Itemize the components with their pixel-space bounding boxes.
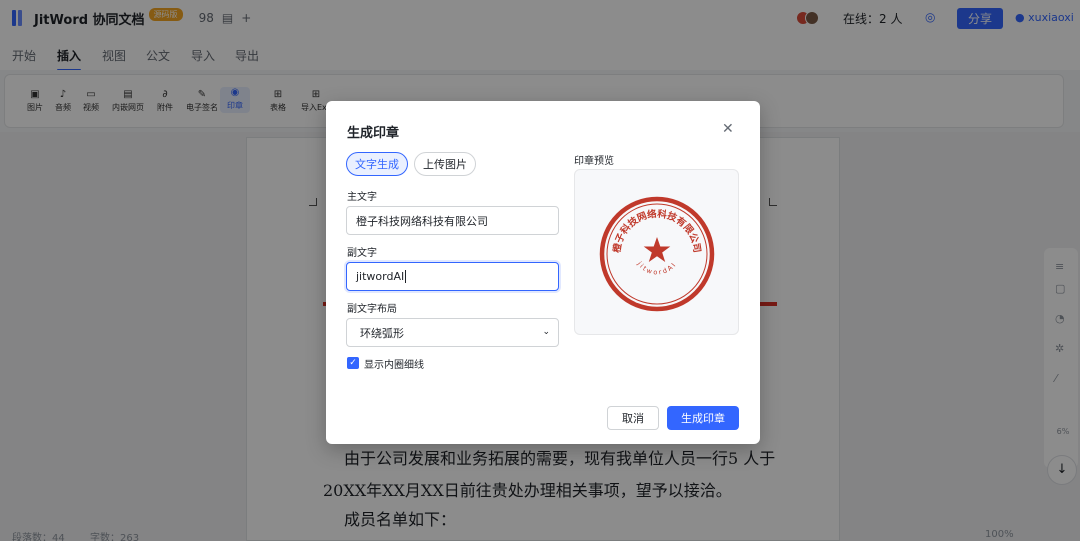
dialog-title: 生成印章 [347,126,400,141]
tab-text-generate[interactable]: 文字生成 [346,152,408,176]
sub-text-label: 副文字 [347,248,377,259]
tab-upload-image[interactable]: 上传图片 [414,152,476,176]
layout-value: 环绕弧形 [360,326,404,340]
seal-sub-text: jitwordAI [635,259,679,276]
chevron-down-icon: ⌄ [542,327,550,337]
seal-star-icon [643,237,671,262]
text-caret [405,270,407,283]
layout-select[interactable]: 环绕弧形 ⌄ [346,318,559,347]
preview-label: 印章预览 [574,156,614,167]
seal-preview: 橙子科技网络科技有限公司 jitwordAI [574,169,739,335]
sub-text-input[interactable]: jitwordAI [346,262,559,291]
inner-line-checkbox[interactable]: ✓ [347,357,359,369]
main-text-input[interactable]: 橙子科技网络科技有限公司 [346,206,559,235]
layout-label: 副文字布局 [347,304,397,315]
inner-line-label: 显示内圈细线 [364,360,424,371]
generate-seal-button[interactable]: 生成印章 [667,406,739,430]
seal-dialog: 生成印章 ✕ 文字生成 上传图片 主文字 橙子科技网络科技有限公司 副文字 ji… [326,101,760,444]
sub-text-value: jitwordAI [356,270,405,283]
seal-image: 橙子科技网络科技有限公司 jitwordAI [599,196,715,312]
cancel-button[interactable]: 取消 [607,406,659,430]
main-text-label: 主文字 [347,192,377,203]
close-icon[interactable]: ✕ [722,121,734,137]
main-text-value: 橙子科技网络科技有限公司 [356,214,488,228]
